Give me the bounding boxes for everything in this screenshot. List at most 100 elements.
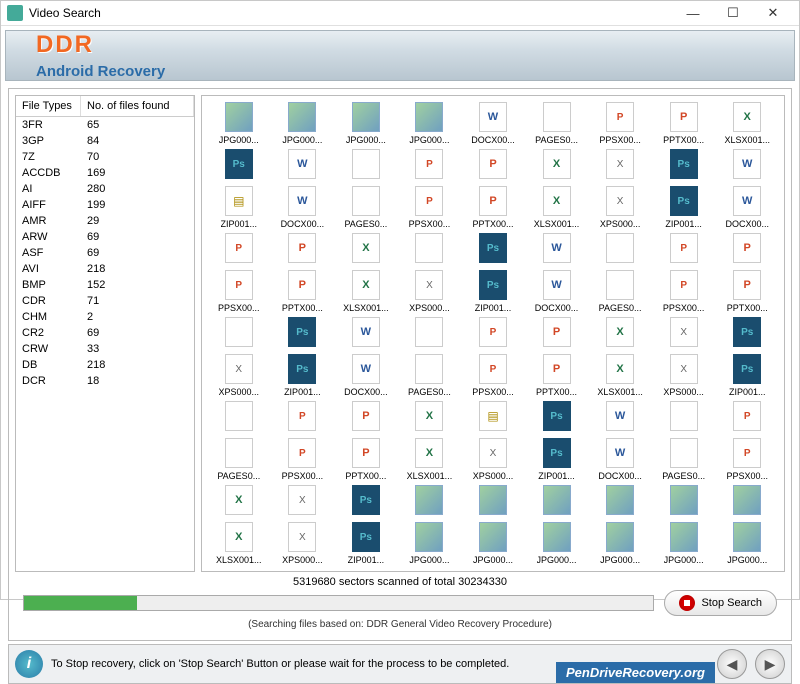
file-item[interactable]: DOCX00... <box>272 186 334 229</box>
file-item[interactable]: XPS000... <box>653 354 715 397</box>
file-type-row[interactable]: CHM2 <box>16 309 194 325</box>
file-type-row[interactable]: AI280 <box>16 181 194 197</box>
file-item[interactable] <box>653 401 715 434</box>
file-type-row[interactable]: 3FR65 <box>16 117 194 133</box>
file-item[interactable] <box>526 149 588 182</box>
file-item[interactable] <box>208 401 270 434</box>
file-type-row[interactable]: ARW69 <box>16 229 194 245</box>
minimize-button[interactable]: — <box>673 1 713 25</box>
file-type-row[interactable]: DB218 <box>16 357 194 373</box>
file-type-row[interactable]: ACCDB169 <box>16 165 194 181</box>
file-item[interactable]: PPTX00... <box>335 438 397 481</box>
file-item[interactable]: PPTX00... <box>526 354 588 397</box>
file-type-row[interactable]: BMP152 <box>16 277 194 293</box>
file-item[interactable] <box>589 317 651 350</box>
file-type-row[interactable]: 7Z70 <box>16 149 194 165</box>
file-item[interactable]: PPSX00... <box>399 186 461 229</box>
file-item[interactable] <box>272 233 334 266</box>
file-item[interactable] <box>526 485 588 518</box>
file-item[interactable]: ZIP001... <box>208 186 270 229</box>
file-item[interactable] <box>526 233 588 266</box>
file-item[interactable]: JPG000... <box>653 522 715 565</box>
file-item[interactable]: XLSX001... <box>335 270 397 313</box>
file-item[interactable]: PAGES0... <box>526 102 588 145</box>
nav-forward-button[interactable]: ▶ <box>755 649 785 679</box>
file-item[interactable] <box>399 485 461 518</box>
stop-search-button[interactable]: Stop Search <box>664 590 777 616</box>
file-item[interactable]: XLSX001... <box>526 186 588 229</box>
file-item[interactable]: PPTX00... <box>716 270 778 313</box>
file-item[interactable]: JPG000... <box>526 522 588 565</box>
file-item[interactable] <box>526 401 588 434</box>
file-item[interactable]: XPS000... <box>589 186 651 229</box>
file-item[interactable]: PPSX00... <box>589 102 651 145</box>
file-item[interactable]: PPTX00... <box>462 186 524 229</box>
file-item[interactable] <box>716 317 778 350</box>
file-item[interactable] <box>462 317 524 350</box>
file-item[interactable] <box>272 149 334 182</box>
file-item[interactable]: DOCX00... <box>526 270 588 313</box>
file-item[interactable] <box>462 233 524 266</box>
files-panel[interactable]: JPG000...JPG000...JPG000...JPG000...DOCX… <box>201 95 785 572</box>
file-type-row[interactable]: 3GP84 <box>16 133 194 149</box>
file-item[interactable] <box>462 401 524 434</box>
file-item[interactable]: XPS000... <box>399 270 461 313</box>
file-item[interactable] <box>653 149 715 182</box>
file-item[interactable]: PPSX00... <box>653 270 715 313</box>
file-type-row[interactable]: AVI218 <box>16 261 194 277</box>
file-item[interactable]: DOCX00... <box>716 186 778 229</box>
file-item[interactable] <box>272 485 334 518</box>
file-item[interactable] <box>653 317 715 350</box>
file-item[interactable] <box>335 401 397 434</box>
file-item[interactable]: PAGES0... <box>208 438 270 481</box>
file-item[interactable]: JPG000... <box>399 102 461 145</box>
file-item[interactable]: PAGES0... <box>653 438 715 481</box>
file-item[interactable] <box>589 149 651 182</box>
file-item[interactable] <box>399 401 461 434</box>
file-item[interactable] <box>335 233 397 266</box>
file-item[interactable]: PAGES0... <box>589 270 651 313</box>
file-item[interactable]: JPG000... <box>399 522 461 565</box>
file-item[interactable]: JPG000... <box>589 522 651 565</box>
file-item[interactable]: ZIP001... <box>272 354 334 397</box>
file-item[interactable] <box>716 401 778 434</box>
file-item[interactable]: ZIP001... <box>716 354 778 397</box>
file-item[interactable] <box>462 485 524 518</box>
close-button[interactable]: ✕ <box>753 1 793 25</box>
file-item[interactable] <box>272 317 334 350</box>
file-item[interactable]: PPSX00... <box>272 438 334 481</box>
col-file-types[interactable]: File Types <box>16 96 81 116</box>
file-item[interactable] <box>399 233 461 266</box>
file-item[interactable]: PPSX00... <box>462 354 524 397</box>
file-item[interactable] <box>716 233 778 266</box>
file-item[interactable] <box>589 233 651 266</box>
file-item[interactable]: ZIP001... <box>335 522 397 565</box>
file-item[interactable]: PPTX00... <box>272 270 334 313</box>
file-item[interactable]: JPG000... <box>272 102 334 145</box>
file-item[interactable]: XLSX001... <box>208 522 270 565</box>
file-item[interactable]: XLSX001... <box>589 354 651 397</box>
file-type-row[interactable]: CRW33 <box>16 341 194 357</box>
file-item[interactable] <box>716 485 778 518</box>
file-item[interactable]: ZIP001... <box>462 270 524 313</box>
file-item[interactable] <box>653 233 715 266</box>
file-item[interactable] <box>589 485 651 518</box>
file-item[interactable] <box>462 149 524 182</box>
file-item[interactable]: XPS000... <box>208 354 270 397</box>
nav-back-button[interactable]: ◀ <box>717 649 747 679</box>
file-item[interactable] <box>589 401 651 434</box>
file-item[interactable]: ZIP001... <box>653 186 715 229</box>
file-item[interactable] <box>335 149 397 182</box>
file-item[interactable] <box>399 317 461 350</box>
file-item[interactable]: DOCX00... <box>462 102 524 145</box>
file-item[interactable]: XPS000... <box>462 438 524 481</box>
file-item[interactable]: XPS000... <box>272 522 334 565</box>
file-item[interactable] <box>208 149 270 182</box>
file-item[interactable]: JPG000... <box>716 522 778 565</box>
file-type-row[interactable]: AIFF199 <box>16 197 194 213</box>
file-item[interactable] <box>716 149 778 182</box>
file-item[interactable] <box>335 317 397 350</box>
file-item[interactable]: PAGES0... <box>399 354 461 397</box>
maximize-button[interactable]: ☐ <box>713 1 753 25</box>
file-type-row[interactable]: CDR71 <box>16 293 194 309</box>
